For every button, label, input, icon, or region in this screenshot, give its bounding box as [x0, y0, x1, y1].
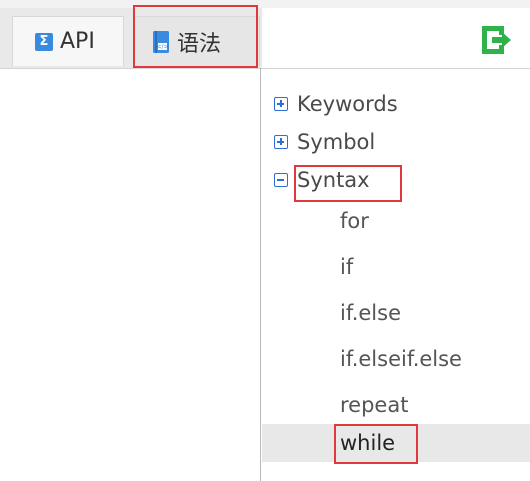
- tree-leaf-if-else[interactable]: if.else: [262, 294, 530, 332]
- svg-text:</>: </>: [156, 43, 168, 50]
- tab-grammar-label: 语法: [177, 31, 222, 57]
- tree-leaf-for[interactable]: for: [262, 202, 530, 240]
- top-strip: [0, 0, 530, 8]
- tree-leaf-label: if.else: [340, 301, 401, 325]
- expand-plus-icon[interactable]: [274, 135, 288, 149]
- tab-bar: Σ API </> 语法: [0, 8, 262, 69]
- tree-leaf-label: while: [340, 431, 396, 455]
- tree-node-label: Keywords: [297, 92, 398, 116]
- syntax-tree: Keywords Symbol Syntax for if if.else if…: [262, 68, 530, 481]
- app-window: Σ API </> 语法 Keywords Symbol Syntax for …: [0, 0, 530, 481]
- tab-api[interactable]: Σ API: [12, 16, 124, 66]
- exit-button[interactable]: [478, 22, 514, 58]
- tree-node-syntax[interactable]: Syntax: [262, 161, 370, 199]
- tree-leaf-if[interactable]: if: [262, 248, 530, 286]
- tree-leaf-label: if.elseif.else: [340, 347, 462, 371]
- tree-node-label: Syntax: [297, 168, 370, 192]
- tree-node-label: Symbol: [297, 130, 376, 154]
- tree-leaf-label: if: [340, 255, 354, 279]
- tab-api-label: API: [60, 29, 95, 54]
- tree-leaf-if-elseif-else[interactable]: if.elseif.else: [262, 340, 530, 378]
- tree-leaf-label: for: [340, 209, 369, 233]
- collapse-minus-icon[interactable]: [274, 173, 288, 187]
- exit-icon: [482, 26, 511, 54]
- toolbar: [262, 8, 530, 69]
- code-book-icon: </>: [153, 30, 169, 53]
- tree-leaf-label: repeat: [340, 393, 409, 417]
- panel-divider: [260, 68, 261, 481]
- expand-plus-icon[interactable]: [274, 97, 288, 111]
- tree-leaf-while[interactable]: while: [262, 424, 530, 462]
- sigma-icon: Σ: [35, 32, 53, 51]
- tab-grammar[interactable]: </> 语法: [134, 16, 260, 66]
- tree-node-keywords[interactable]: Keywords: [262, 85, 398, 123]
- tree-leaf-repeat[interactable]: repeat: [262, 386, 530, 424]
- tree-node-symbol[interactable]: Symbol: [262, 123, 375, 161]
